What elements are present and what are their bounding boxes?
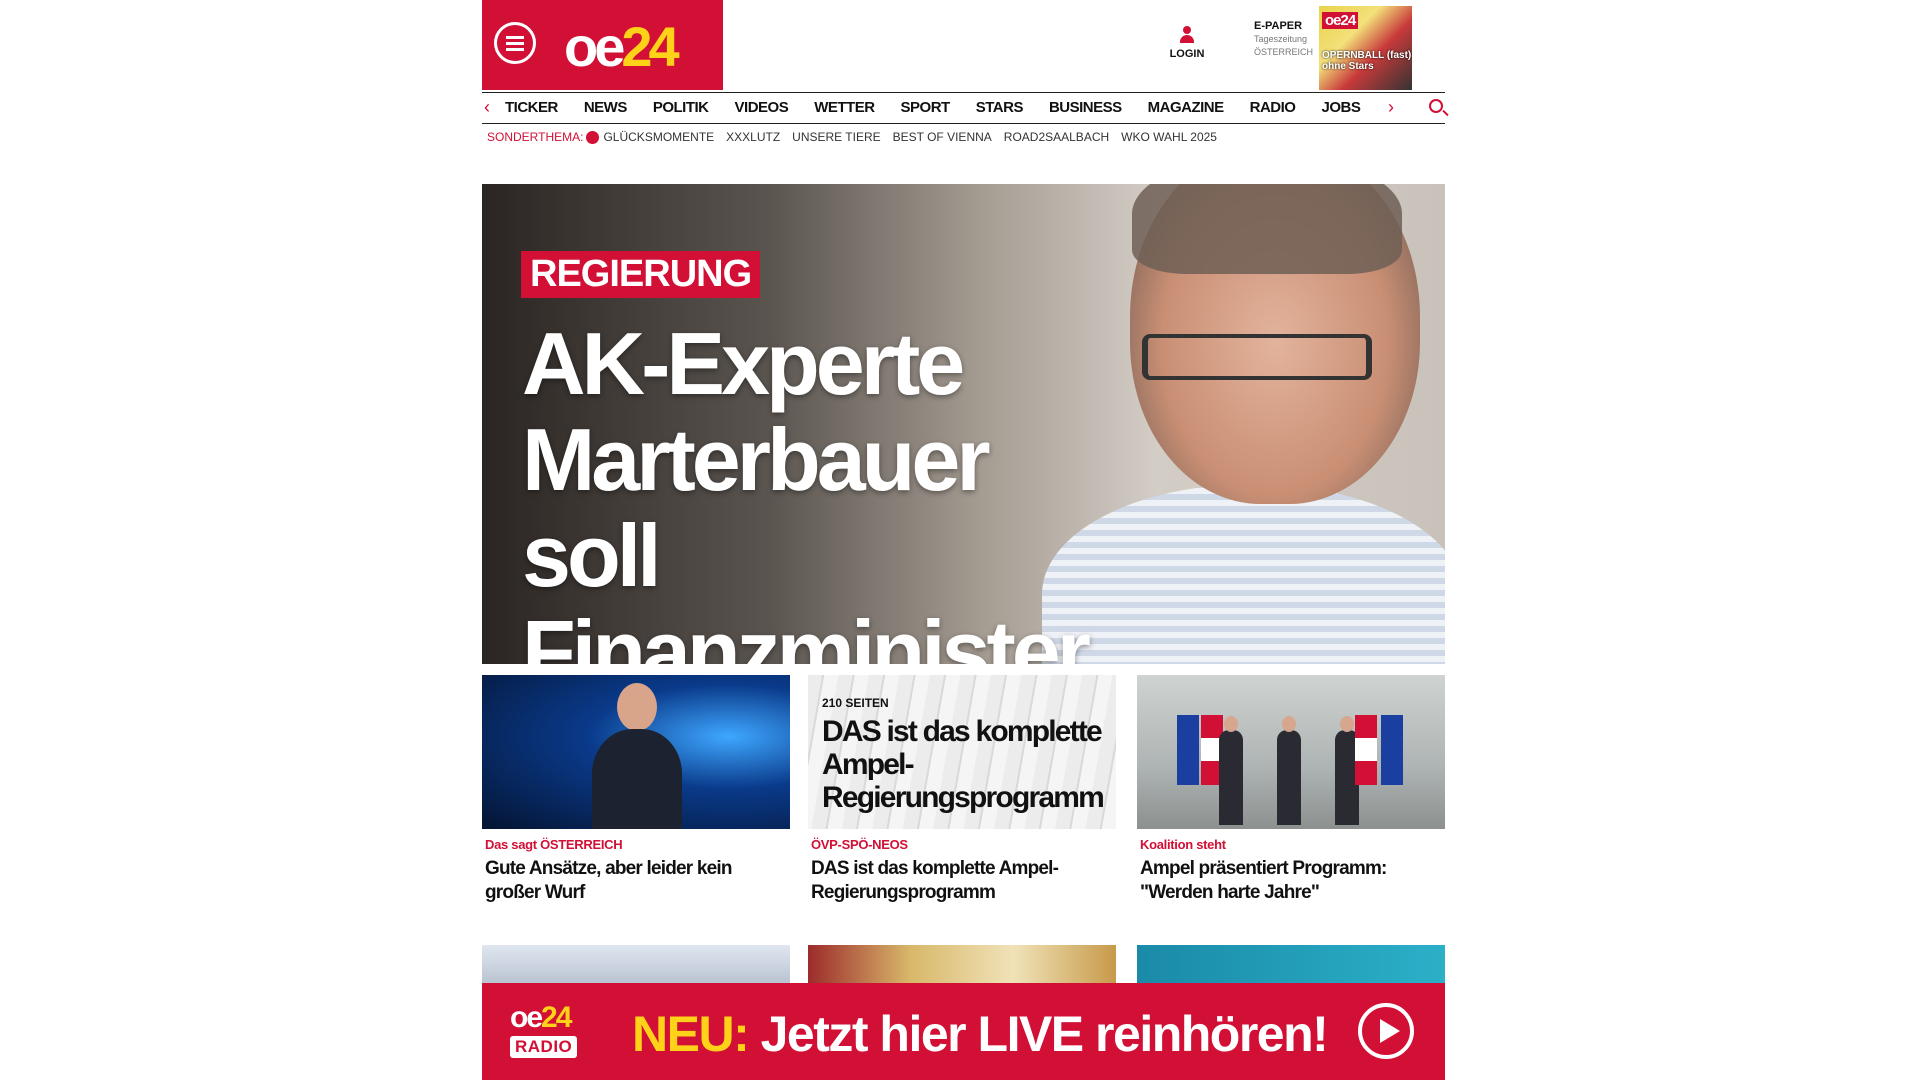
nav-item-radio[interactable]: RADIO	[1250, 99, 1296, 116]
article-card-2[interactable]: 210 SEITEN DAS ist das komplette Ampel-R…	[808, 675, 1116, 905]
article-kicker-1: Das sagt ÖSTERREICH	[485, 837, 623, 852]
nav-item-politik[interactable]: POLITIK	[653, 99, 709, 116]
nav-item-videos[interactable]: VIDEOS	[735, 99, 789, 116]
article-headline-3[interactable]: Ampel präsentiert Programm: "Werden hart…	[1140, 857, 1445, 905]
hero-article[interactable]: REGIERUNG AK-Experte Marterbauer soll Fi…	[482, 184, 1445, 664]
nav-item-ticker[interactable]: TICKER	[505, 99, 558, 116]
subnav-item-unsere-tiere[interactable]: UNSERE TIERE	[792, 130, 880, 144]
nav-item-news[interactable]: NEWS	[584, 99, 628, 116]
nav-item-jobs[interactable]: JOBS	[1321, 99, 1360, 116]
nav-item-magazine[interactable]: MAGAZINE	[1148, 99, 1225, 116]
article-image-6[interactable]	[1137, 945, 1445, 985]
oe24-logo[interactable]: oe24	[564, 14, 680, 79]
image-overlay-headline: DAS ist das komplette Ampel-Regierungspr…	[822, 715, 1105, 814]
cover-headline: OPERNBALL (fast) ohne Stars	[1322, 50, 1412, 72]
radio-logo-24: 24	[541, 1001, 572, 1034]
radio-new-label: NEU:	[632, 1006, 750, 1062]
cover-logo: oe24	[1322, 12, 1359, 29]
nav-left-arrow-icon[interactable]: ‹	[484, 97, 490, 118]
hero-headline[interactable]: AK-Experte Marterbauer soll Finanzminist…	[522, 316, 1142, 665]
nav-item-stars[interactable]: STARS	[976, 99, 1024, 116]
article-kicker-2: ÖVP-SPÖ-NEOS	[811, 837, 908, 852]
article-headline-1[interactable]: Gute Ansätze, aber leider kein großer Wu…	[485, 857, 790, 905]
image-overlay-small: 210 SEITEN	[822, 696, 889, 710]
epaper-line2: ÖSTERREICH	[1254, 47, 1314, 57]
hero-category-tag[interactable]: REGIERUNG	[521, 251, 761, 298]
logo-box[interactable]: oe24	[482, 0, 723, 90]
login-button[interactable]: LOGIN	[1162, 26, 1212, 60]
epaper-line1: Tageszeitung	[1254, 34, 1308, 44]
epaper-cover-thumbnail[interactable]: oe24 OPERNBALL (fast) ohne Stars	[1319, 6, 1412, 90]
heart-icon	[586, 131, 600, 144]
nav-item-sport[interactable]: SPORT	[901, 99, 951, 116]
nav-right-arrow-icon[interactable]: ›	[1388, 97, 1394, 118]
sonderthema-bar: SONDERTHEMA: GLÜCKSMOMENTE XXXLUTZ UNSER…	[487, 130, 1229, 144]
nav-item-wetter[interactable]: WETTER	[814, 99, 875, 116]
main-navigation: ‹ TICKER NEWS POLITIK VIDEOS WETTER SPOR…	[482, 92, 1445, 124]
logo-text-oe: oe	[564, 15, 625, 78]
subnav-item-gluecksmomente[interactable]: GLÜCKSMOMENTE	[603, 130, 714, 144]
article-headline-2[interactable]: DAS ist das komplette Ampel-Regierungspr…	[811, 857, 1116, 905]
page-container: oe24 LOGIN E-PAPER Tageszeitung ÖSTERREI…	[482, 0, 1445, 1080]
radio-banner[interactable]: oe24 RADIO NEU: Jetzt hier LIVE reinhöre…	[482, 983, 1445, 1080]
subnav-item-best-of-vienna[interactable]: BEST OF VIENNA	[893, 130, 992, 144]
radio-logo-oe: oe	[510, 1001, 543, 1034]
article-kicker-3: Koalition steht	[1140, 837, 1226, 852]
article-image-1[interactable]	[482, 675, 790, 829]
login-label: LOGIN	[1169, 48, 1205, 60]
radio-message-text: Jetzt hier LIVE reinhören!	[760, 1006, 1329, 1062]
user-icon	[1179, 26, 1195, 44]
article-card-1[interactable]: Das sagt ÖSTERREICH Gute Ansätze, aber l…	[482, 675, 790, 905]
article-card-3[interactable]: Koalition steht Ampel präsentiert Progra…	[1137, 675, 1445, 905]
radio-message[interactable]: NEU: Jetzt hier LIVE reinhören!	[632, 1005, 1329, 1063]
hero-image-hair	[1132, 184, 1402, 274]
hamburger-menu-icon[interactable]	[494, 22, 536, 64]
article-image-2[interactable]: 210 SEITEN DAS ist das komplette Ampel-R…	[808, 675, 1116, 829]
search-icon[interactable]	[1429, 99, 1443, 113]
oe24-radio-logo: oe24 RADIO	[510, 1003, 600, 1067]
logo-text-24: 24	[621, 15, 679, 78]
nav-item-business[interactable]: BUSINESS	[1049, 99, 1122, 116]
subnav-item-xxxlutz[interactable]: XXXLUTZ	[726, 130, 780, 144]
sonderthema-label: SONDERTHEMA:	[487, 130, 584, 144]
article-image-4[interactable]	[482, 945, 790, 985]
article-image-3[interactable]	[1137, 675, 1445, 829]
play-icon[interactable]	[1358, 1003, 1414, 1059]
nav-list: TICKER NEWS POLITIK VIDEOS WETTER SPORT …	[505, 99, 1386, 116]
radio-logo-label: RADIO	[510, 1036, 578, 1058]
epaper-title: E-PAPER	[1254, 20, 1303, 32]
article-image-5[interactable]	[808, 945, 1116, 985]
subnav-item-road2saalbach[interactable]: ROAD2SAALBACH	[1004, 130, 1109, 144]
epaper-link[interactable]: E-PAPER Tageszeitung ÖSTERREICH	[1254, 20, 1313, 59]
hero-image-glasses	[1142, 334, 1372, 380]
subnav-item-wko-wahl[interactable]: WKO WAHL 2025	[1121, 130, 1217, 144]
